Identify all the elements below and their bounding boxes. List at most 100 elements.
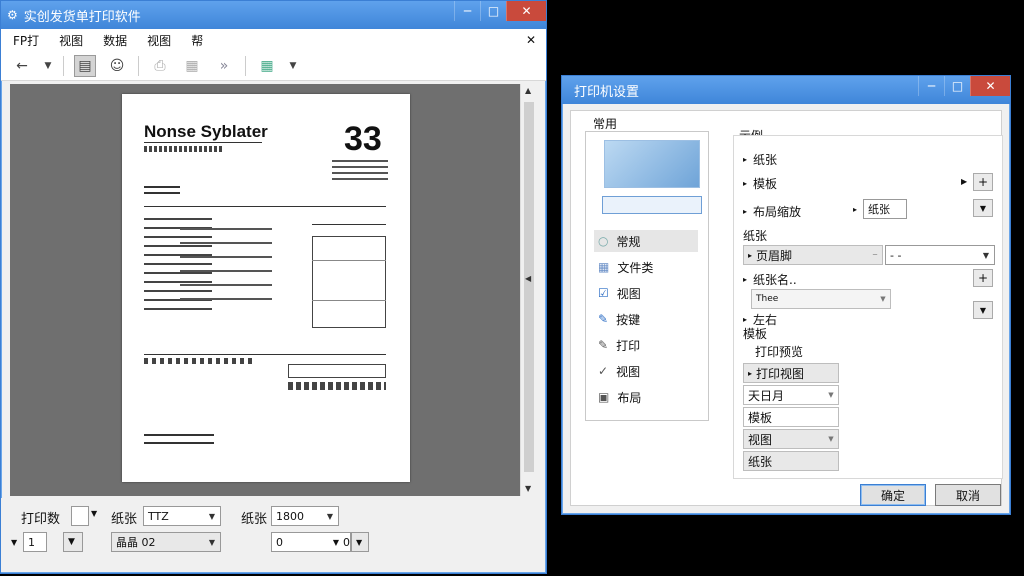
chevron-down-icon: ▼	[982, 250, 990, 260]
chevron-down-icon: ▼	[208, 511, 216, 521]
printer-icon[interactable]: ⎙	[149, 55, 171, 77]
person-icon[interactable]: ☺	[106, 55, 128, 77]
close-doc-icon[interactable]: ✕	[526, 33, 536, 47]
page-icon[interactable]: ▤	[74, 54, 96, 77]
paper-size-value: 1800	[276, 509, 304, 523]
chevron-right-icon: ▸	[853, 205, 858, 214]
maximize-button[interactable]: □	[480, 1, 506, 21]
nav-label: 文件类	[617, 260, 654, 275]
row-label: 纸张	[753, 153, 778, 167]
margin-select[interactable]: 0 ▼ 0	[271, 532, 351, 552]
scroll-marker-icon: ◀	[525, 274, 532, 283]
header-footer-value-select[interactable]: - - ▼	[885, 245, 995, 265]
toolbar-separator	[63, 55, 64, 76]
paper-type-field[interactable]: 纸张	[863, 199, 907, 219]
minimize-button[interactable]: ─	[454, 1, 480, 21]
view-option[interactable]: 视图 ▼	[743, 429, 839, 449]
settings-window: 打印机设置 ─ □ ✕ 常用 ○ 常规 ▦ 文件类 ☑ 视图 ✎ 按键 ✎ 打印 ✓ 视图 …	[561, 75, 1011, 515]
back-arrow-icon[interactable]: ←	[11, 55, 33, 77]
nav-item-print[interactable]: ✎ 打印	[594, 334, 698, 356]
copies-spin-field[interactable]: 1	[23, 532, 47, 552]
nav-label: 视图	[616, 286, 641, 301]
image-icon[interactable]: ▦	[181, 55, 203, 77]
ok-button[interactable]: 确定	[860, 484, 926, 506]
title-underline	[144, 142, 262, 143]
chevron-right-icon: ▸	[748, 250, 753, 260]
print-copies-field[interactable]	[71, 506, 89, 526]
paper-type-dropdown[interactable]: ▼	[973, 199, 993, 217]
copies-dropdown-icon[interactable]: ▼	[91, 509, 97, 518]
paper-name-select[interactable]: Thee ▼	[751, 289, 891, 309]
left-nav-panel: ○ 常规 ▦ 文件类 ☑ 视图 ✎ 按键 ✎ 打印 ✓ 视图 ▣ 布局	[585, 131, 709, 421]
check-icon: ☑	[598, 286, 609, 300]
settings-title-bar[interactable]: 打印机设置 ─ □ ✕	[562, 76, 1010, 104]
menu-view[interactable]: 视图	[59, 32, 83, 49]
layout-select[interactable]: 晶晶 02 ▼	[111, 532, 221, 552]
menu-file[interactable]: FP打	[13, 32, 39, 49]
scroll-up-icon[interactable]: ▲	[525, 86, 531, 95]
menu-help[interactable]: 帮	[191, 32, 203, 49]
paper-size-select[interactable]: 1800 ▼	[271, 506, 339, 526]
date-option[interactable]: 天日月 ▼	[743, 385, 839, 405]
margin-value-2: 0	[343, 535, 350, 549]
left-arrow-icon[interactable]: ▼	[11, 538, 17, 547]
menu-data[interactable]: 数据	[103, 32, 127, 49]
row-template[interactable]: ▸ 模板	[743, 175, 777, 192]
margin-dropdown-button[interactable]: ▼	[351, 532, 369, 552]
scroll-down-icon[interactable]: ▼	[525, 484, 531, 493]
middle-detail-block	[180, 228, 272, 308]
left-right-dropdown[interactable]: ▼	[973, 301, 993, 319]
left-group-label: 常用	[593, 117, 618, 131]
print-view-option[interactable]: ▸ 打印视图	[743, 363, 839, 383]
invoice-page: Nonse Syblater 33	[122, 94, 410, 482]
paper-name-value: Thee	[756, 294, 779, 304]
nav-item-view-2[interactable]: ✓ 视图	[594, 360, 698, 382]
cancel-button[interactable]: 取消	[935, 484, 1001, 506]
pen-icon: ✎	[598, 338, 609, 352]
header-footer-select[interactable]: ▸ 页眉脚 ─	[743, 245, 883, 265]
dropdown-arrow-icon[interactable]: ▼	[288, 55, 298, 77]
table-header-line	[312, 224, 386, 225]
add-button[interactable]: +	[973, 173, 993, 191]
expand-arrow-icon[interactable]: ▶	[961, 177, 967, 186]
chevron-down-icon: ▼	[880, 295, 886, 303]
header-footer-value: - -	[890, 248, 902, 262]
nav-item-files[interactable]: ▦ 文件类	[594, 256, 698, 278]
chevron-down-icon: ▼	[332, 537, 339, 547]
divider-line	[144, 206, 386, 207]
nav-item-keys[interactable]: ✎ 按键	[594, 308, 698, 330]
grid-icon[interactable]: ▦	[256, 55, 278, 77]
nav-item-layout[interactable]: ▣ 布局	[594, 386, 698, 408]
circle-icon: ○	[598, 234, 609, 248]
scroll-thumb[interactable]	[524, 102, 534, 472]
close-button[interactable]: ✕	[506, 1, 546, 21]
close-button[interactable]: ✕	[970, 76, 1010, 96]
group3-label: 模板	[743, 327, 768, 341]
row-paper[interactable]: ▸ 纸张	[743, 151, 777, 168]
spin-control[interactable]: ▼	[63, 532, 83, 552]
menu-view-2[interactable]: 视图	[147, 32, 171, 49]
chevron-down-icon: ─	[872, 251, 878, 259]
template-option[interactable]: 模板	[743, 407, 839, 427]
paper-option[interactable]: 纸张	[743, 451, 839, 471]
paper-select[interactable]: TTZ ▼	[143, 506, 221, 526]
toolbar-separator	[245, 55, 246, 76]
minimize-button[interactable]: ─	[918, 76, 944, 96]
nav-label: 常规	[616, 234, 641, 249]
maximize-button[interactable]: □	[944, 76, 970, 96]
header-right-lines	[332, 160, 388, 180]
row-label: 页眉脚	[756, 248, 793, 263]
row-layout-scale[interactable]: ▸ 布局缩放	[743, 203, 801, 220]
chevron-down-icon: ▼	[326, 511, 334, 521]
nav-item-view[interactable]: ☑ 视图	[594, 282, 698, 304]
add-paper-button[interactable]: +	[973, 269, 993, 287]
total-lines	[288, 382, 386, 390]
export-icon[interactable]: »	[213, 55, 235, 77]
dropdown-arrow-icon[interactable]: ▼	[43, 55, 53, 77]
main-title-bar[interactable]: ⚙ 实创发货单打印软件 ─ □ ✕	[1, 1, 546, 29]
vertical-scrollbar[interactable]: ▲ ◀ ▼	[520, 84, 536, 496]
app-icon: ⚙	[7, 8, 18, 22]
file-icon: ▦	[598, 260, 610, 274]
row-paper-name[interactable]: ▸ 纸张名..	[743, 271, 797, 288]
nav-item-general[interactable]: ○ 常规	[594, 230, 698, 252]
